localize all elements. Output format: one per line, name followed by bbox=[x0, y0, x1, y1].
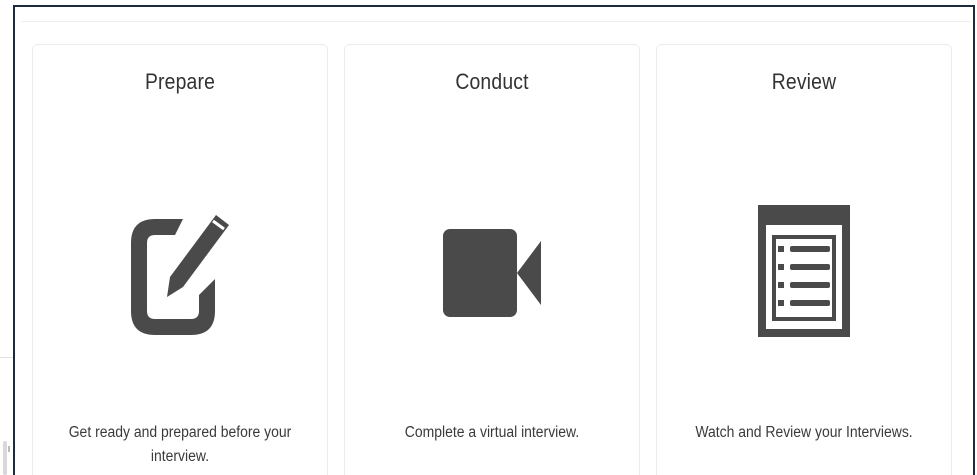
card-title: Conduct bbox=[455, 69, 529, 94]
card-description: Get ready and prepared before your inter… bbox=[68, 424, 292, 465]
card-conduct[interactable]: Conduct Complete a virtual interview. bbox=[344, 44, 640, 475]
feature-section: Prepare Get ready and prepared before yo… bbox=[21, 21, 971, 475]
screen: Prepare Get ready and prepared before yo… bbox=[0, 0, 977, 475]
left-gutter bbox=[0, 0, 13, 475]
scrollbar-marker bbox=[8, 446, 10, 452]
card-description: Complete a virtual interview. bbox=[404, 424, 580, 441]
video-camera-icon bbox=[443, 227, 543, 319]
scrollbar-thumb[interactable] bbox=[3, 441, 7, 475]
card-title: Review bbox=[771, 69, 837, 94]
card-title: Prepare bbox=[144, 69, 216, 94]
edit-icon bbox=[125, 213, 229, 343]
card-description: Watch and Review your Interviews. bbox=[695, 424, 913, 441]
gutter-divider bbox=[0, 357, 13, 358]
list-icon bbox=[758, 205, 850, 337]
card-review[interactable]: Review Watch and Review your Interviews. bbox=[656, 44, 952, 475]
browser-frame: Prepare Get ready and prepared before yo… bbox=[13, 5, 975, 475]
card-prepare[interactable]: Prepare Get ready and prepared before yo… bbox=[32, 44, 328, 475]
